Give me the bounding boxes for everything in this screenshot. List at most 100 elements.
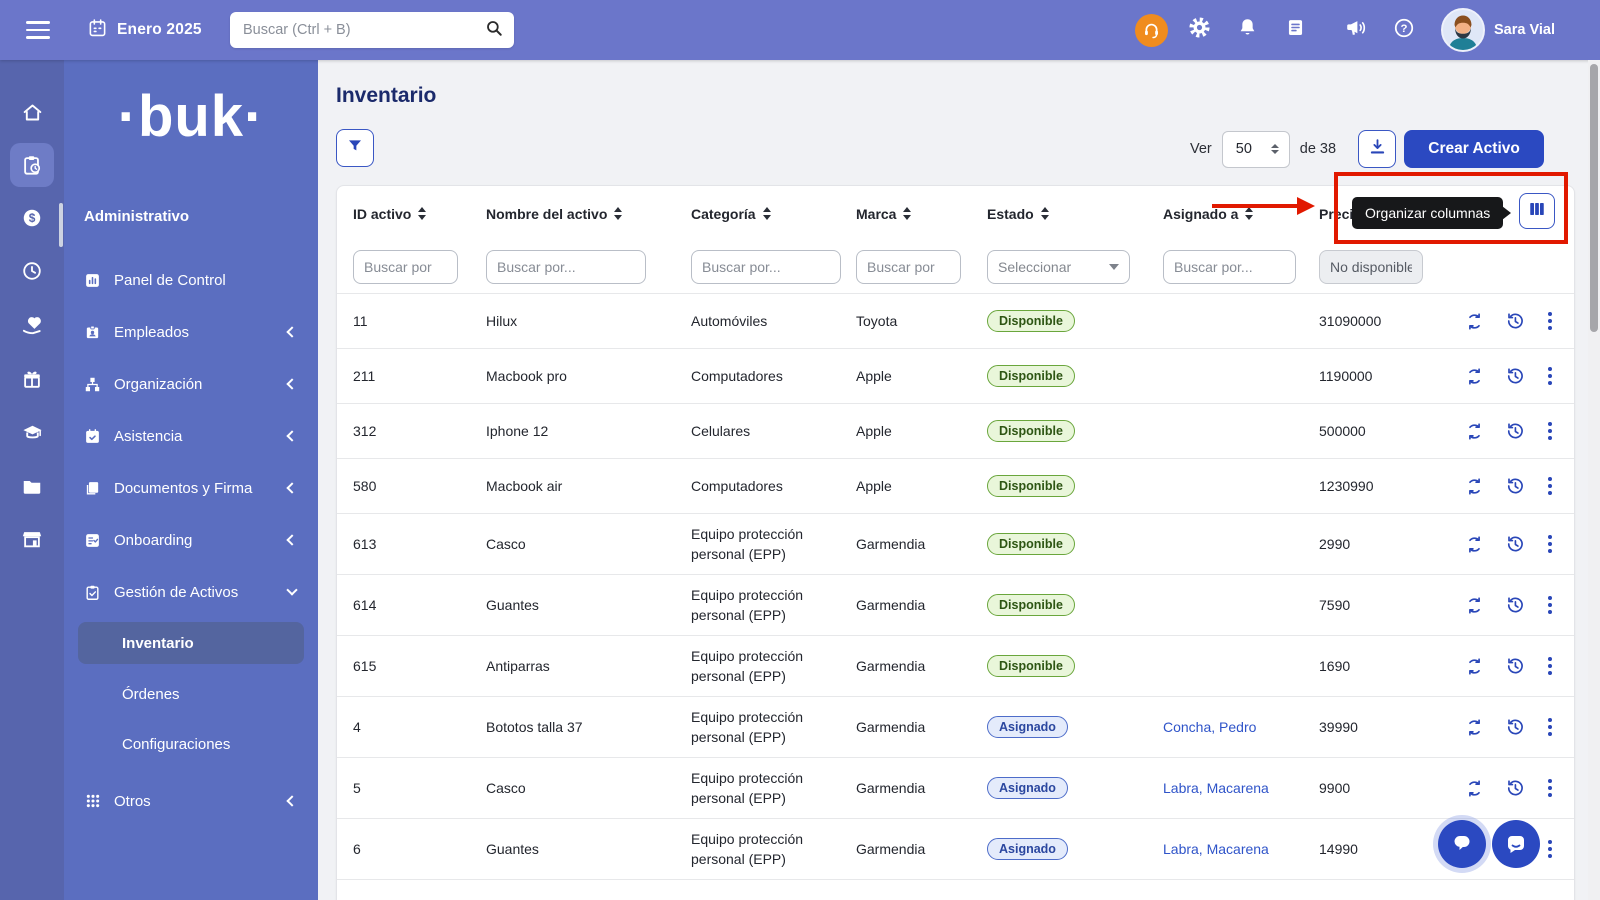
sidebar-item-organizacion[interactable]: Organización	[64, 358, 318, 410]
announcements-button[interactable]	[1336, 0, 1376, 60]
rail-time-button[interactable]	[10, 249, 54, 293]
help-button[interactable]: ?	[1384, 0, 1424, 60]
org-chart-icon	[84, 376, 101, 393]
rail-payroll-button[interactable]: $	[10, 196, 54, 240]
table-row[interactable]: 312 Iphone 12 Celulares Apple Disponible…	[337, 404, 1574, 459]
history-icon[interactable]	[1505, 311, 1525, 331]
kebab-menu-icon[interactable]	[1546, 475, 1554, 497]
user-name[interactable]: Sara Vial	[1494, 0, 1555, 60]
table-row[interactable]: 11 Hilux Automóviles Toyota Disponible 3…	[337, 294, 1574, 349]
sync-icon[interactable]	[1465, 477, 1484, 496]
sync-icon[interactable]	[1465, 718, 1484, 737]
table-row[interactable]: 6 Guantes Equipo protección personal (EP…	[337, 819, 1574, 880]
history-icon[interactable]	[1505, 366, 1525, 386]
hamburger-menu-icon[interactable]	[26, 21, 50, 39]
search-icon[interactable]	[485, 19, 503, 42]
filter-nombre-input[interactable]	[486, 250, 646, 284]
history-icon[interactable]	[1505, 778, 1525, 798]
filter-categoria-input[interactable]	[691, 250, 841, 284]
news-button[interactable]	[1275, 0, 1315, 60]
sidebar-item-panel-de-control[interactable]: Panel de Control	[64, 254, 318, 306]
filter-id-input[interactable]	[353, 250, 458, 284]
sync-icon[interactable]	[1465, 535, 1484, 554]
filter-asignado-input[interactable]	[1163, 250, 1296, 284]
rail-files-button[interactable]	[10, 464, 54, 508]
sidebar-subitem-ordenes[interactable]: Órdenes	[78, 669, 304, 719]
sidebar-item-empleados[interactable]: Empleados	[64, 306, 318, 358]
sync-icon[interactable]	[1465, 422, 1484, 441]
rail-benefits-button[interactable]	[10, 303, 54, 347]
table-row[interactable]: 5 Casco Equipo protección personal (EPP)…	[337, 758, 1574, 819]
history-icon[interactable]	[1505, 656, 1525, 676]
col-header-marca[interactable]: Marca	[856, 206, 987, 222]
sidebar-item-documentos-y-firma[interactable]: Documentos y Firma	[64, 462, 318, 514]
chevron-left-icon	[286, 482, 297, 493]
kebab-menu-icon[interactable]	[1546, 310, 1554, 332]
global-search[interactable]	[230, 12, 514, 48]
sidebar-item-asistencia[interactable]: Asistencia	[64, 410, 318, 462]
sync-icon[interactable]	[1465, 779, 1484, 798]
rail-admin-button[interactable]	[10, 143, 54, 187]
rail-gift-button[interactable]	[10, 357, 54, 401]
create-asset-button[interactable]: Crear Activo	[1404, 130, 1544, 168]
cell-id: 11	[353, 313, 486, 329]
filter-button[interactable]	[336, 129, 374, 167]
table-row[interactable]: 614 Guantes Equipo protección personal (…	[337, 575, 1574, 636]
download-button[interactable]	[1358, 130, 1396, 168]
table-row[interactable]: 613 Casco Equipo protección personal (EP…	[337, 514, 1574, 575]
history-icon[interactable]	[1505, 717, 1525, 737]
section-label: Administrativo	[84, 208, 189, 225]
history-icon[interactable]	[1505, 421, 1525, 441]
col-header-asignado[interactable]: Asignado a	[1163, 206, 1319, 222]
cell-id: 580	[353, 478, 486, 494]
kebab-menu-icon[interactable]	[1546, 655, 1554, 677]
kebab-menu-icon[interactable]	[1546, 365, 1554, 387]
sidebar-item-otros[interactable]: Otros	[64, 775, 318, 827]
cell-asignado[interactable]: Labra, Macarena	[1163, 841, 1319, 857]
organize-columns-button[interactable]	[1519, 193, 1555, 229]
cell-asignado[interactable]: Labra, Macarena	[1163, 780, 1319, 796]
sidebar-item-onboarding[interactable]: Onboarding	[64, 514, 318, 566]
table-row[interactable]: 4 Bototos talla 37 Equipo protección per…	[337, 697, 1574, 758]
page-size-select[interactable]: 50	[1222, 131, 1290, 168]
rail-home-button[interactable]	[10, 90, 54, 134]
history-icon[interactable]	[1505, 476, 1525, 496]
sync-icon[interactable]	[1465, 657, 1484, 676]
cell-asignado[interactable]: Concha, Pedro	[1163, 719, 1319, 735]
col-header-estado[interactable]: Estado	[987, 206, 1163, 222]
sync-icon[interactable]	[1465, 596, 1484, 615]
period-selector[interactable]: Enero 2025	[88, 0, 202, 60]
user-avatar[interactable]	[1441, 8, 1485, 52]
kebab-menu-icon[interactable]	[1546, 777, 1554, 799]
kebab-menu-icon[interactable]	[1546, 533, 1554, 555]
filter-marca-input[interactable]	[856, 250, 961, 284]
sidebar-item-gestion-de-activos[interactable]: Gestión de Activos	[64, 566, 318, 618]
notifications-button[interactable]	[1227, 0, 1267, 60]
table-row[interactable]: 615 Antiparras Equipo protección persona…	[337, 636, 1574, 697]
col-header-id[interactable]: ID activo	[353, 206, 486, 222]
search-input[interactable]	[230, 22, 485, 38]
history-icon[interactable]	[1505, 595, 1525, 615]
sidebar-subitem-inventario[interactable]: Inventario	[78, 622, 304, 664]
chat-widget-button[interactable]	[1438, 820, 1486, 868]
table-row[interactable]: 580 Macbook air Computadores Apple Dispo…	[337, 459, 1574, 514]
col-header-nombre[interactable]: Nombre del activo	[486, 206, 691, 222]
messenger-widget-button[interactable]	[1492, 820, 1540, 868]
scrollbar-thumb[interactable]	[1590, 64, 1598, 332]
settings-button[interactable]	[1179, 0, 1219, 60]
support-button[interactable]	[1131, 0, 1171, 60]
filter-estado-select[interactable]: Seleccionar	[987, 250, 1130, 284]
rail-training-button[interactable]	[10, 410, 54, 454]
col-header-categoria[interactable]: Categoría	[691, 206, 856, 222]
rail-marketplace-button[interactable]	[10, 517, 54, 561]
sync-icon[interactable]	[1465, 367, 1484, 386]
vertical-scrollbar[interactable]	[1588, 60, 1600, 900]
kebab-menu-icon[interactable]	[1546, 420, 1554, 442]
sidebar-subitem-configuraciones[interactable]: Configuraciones	[78, 719, 304, 769]
sync-icon[interactable]	[1465, 312, 1484, 331]
kebab-menu-icon[interactable]	[1546, 716, 1554, 738]
table-row[interactable]: 211 Macbook pro Computadores Apple Dispo…	[337, 349, 1574, 404]
kebab-menu-icon[interactable]	[1546, 594, 1554, 616]
history-icon[interactable]	[1505, 534, 1525, 554]
kebab-menu-icon[interactable]	[1546, 838, 1554, 860]
